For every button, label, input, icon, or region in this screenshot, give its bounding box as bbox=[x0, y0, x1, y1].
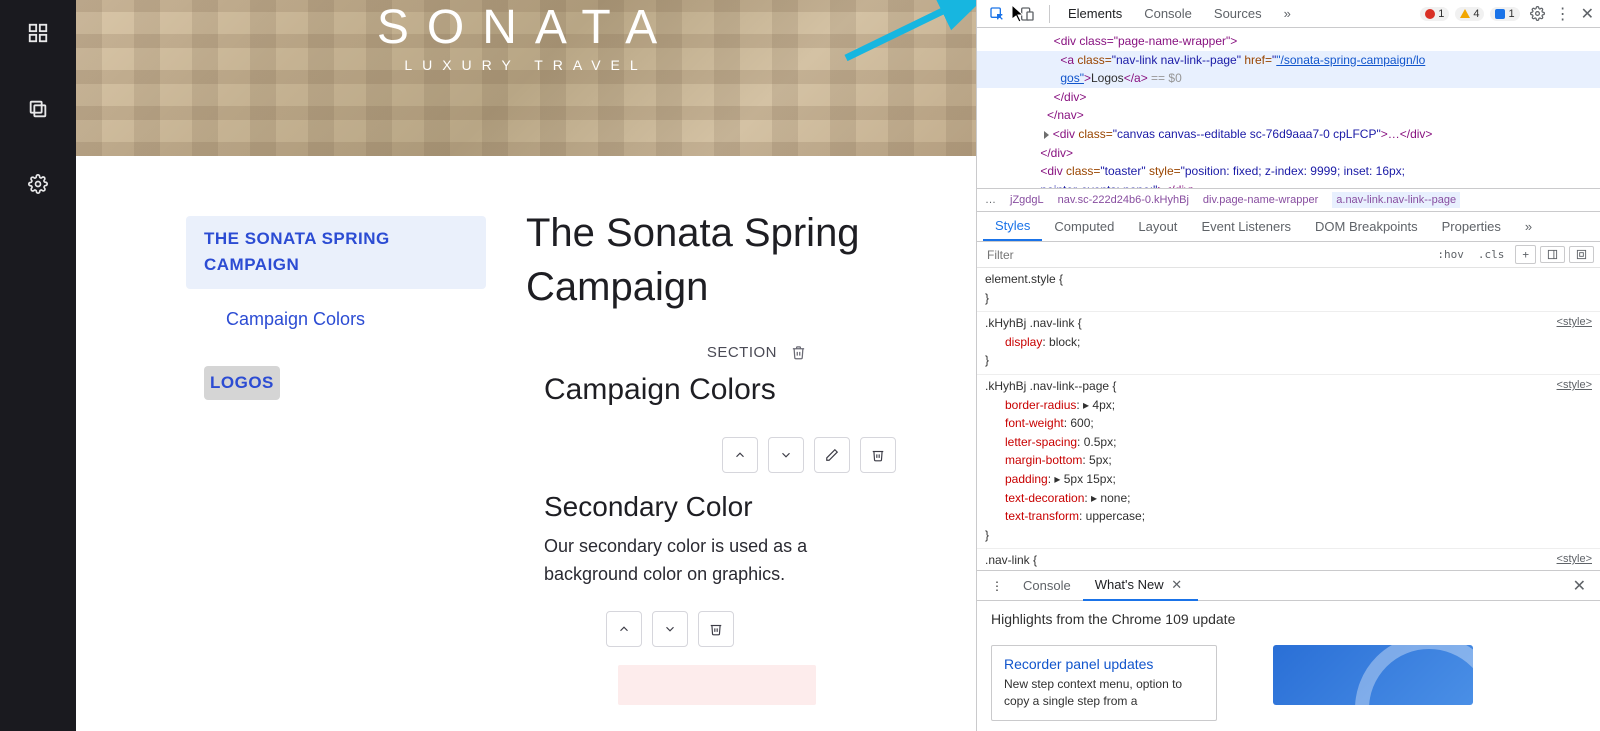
item-controls bbox=[526, 437, 936, 473]
tab-console[interactable]: Console bbox=[1134, 2, 1202, 25]
move-down-button[interactable] bbox=[768, 437, 804, 473]
computed-sidebar-icon[interactable] bbox=[1540, 246, 1565, 263]
breadcrumb-item[interactable]: jZgdgL bbox=[1010, 194, 1044, 206]
nav-link-campaign-colors[interactable]: Campaign Colors bbox=[186, 303, 486, 336]
brand-name: SONATA bbox=[377, 0, 675, 55]
sub-heading: Secondary Color bbox=[544, 491, 936, 523]
dom-selected-line[interactable]: <a class="nav-link nav-link--page" href=… bbox=[977, 51, 1600, 70]
breadcrumb-item[interactable]: nav.sc-222d24b6-0.kHyhBj bbox=[1058, 194, 1189, 206]
devtools-drawer: ⋮ Console What's New ✕ ✕ Highlights from… bbox=[977, 570, 1600, 731]
content-area: SONATA LUXURY TRAVEL The Sonata Spring C… bbox=[76, 0, 976, 731]
dashboard-icon[interactable] bbox=[27, 22, 49, 44]
section-title: Campaign Colors bbox=[544, 373, 936, 407]
tab-event-listeners[interactable]: Event Listeners bbox=[1189, 213, 1303, 240]
devtools-toolbar: Elements Console Sources » 1 4 1 ⋮ ✕ bbox=[977, 0, 1600, 28]
drawer-menu-icon[interactable]: ⋮ bbox=[983, 575, 1011, 597]
move-up-button[interactable] bbox=[722, 437, 758, 473]
swatch-controls bbox=[606, 611, 936, 647]
rule-source-link[interactable]: <style> bbox=[1557, 377, 1592, 394]
dom-breadcrumb[interactable]: … jZgdgL nav.sc-222d24b6-0.kHyhBj div.pa… bbox=[977, 188, 1600, 212]
tab-dom-breakpoints[interactable]: DOM Breakpoints bbox=[1303, 213, 1430, 240]
tab-computed[interactable]: Computed bbox=[1042, 213, 1126, 240]
tab-elements[interactable]: Elements bbox=[1058, 2, 1132, 25]
color-swatch[interactable] bbox=[618, 665, 816, 705]
tab-sources[interactable]: Sources bbox=[1204, 2, 1272, 25]
hero-banner: SONATA LUXURY TRAVEL bbox=[76, 0, 976, 156]
tab-properties[interactable]: Properties bbox=[1430, 213, 1513, 240]
kebab-icon[interactable]: ⋮ bbox=[1555, 4, 1571, 24]
breadcrumb-item[interactable]: div.page-name-wrapper bbox=[1203, 194, 1318, 206]
tab-close-icon[interactable]: ✕ bbox=[1167, 577, 1186, 592]
drawer-tab-whatsnew[interactable]: What's New ✕ bbox=[1083, 571, 1198, 601]
devtools-panel: Elements Console Sources » 1 4 1 ⋮ ✕ <di… bbox=[976, 0, 1600, 731]
drawer-tab-console[interactable]: Console bbox=[1011, 572, 1083, 599]
whatsnew-card[interactable]: Recorder panel updates New step context … bbox=[991, 645, 1217, 721]
styles-body[interactable]: element.style { } <style> .kHyhBj .nav-l… bbox=[977, 268, 1600, 570]
app-sidebar bbox=[0, 0, 76, 731]
rule-source-link[interactable]: <style> bbox=[1557, 551, 1592, 568]
page-nav: The Sonata Spring Campaign Campaign Colo… bbox=[76, 206, 486, 731]
trash-icon[interactable] bbox=[791, 345, 806, 360]
close-icon[interactable]: ✕ bbox=[1581, 4, 1594, 24]
error-badge[interactable]: 1 bbox=[1420, 7, 1449, 21]
move-up-button[interactable] bbox=[606, 611, 642, 647]
box-model-icon[interactable] bbox=[1569, 246, 1594, 263]
whatsnew-card-title: Recorder panel updates bbox=[1004, 656, 1204, 672]
nav-link-spring-campaign[interactable]: The Sonata Spring Campaign bbox=[186, 216, 486, 289]
section-label: SECTION bbox=[707, 344, 777, 361]
inspect-icon[interactable] bbox=[983, 2, 1011, 26]
device-toggle-icon[interactable] bbox=[1013, 2, 1041, 26]
whatsnew-preview-image bbox=[1273, 645, 1473, 705]
new-style-rule-icon[interactable]: + bbox=[1515, 245, 1536, 264]
whatsnew-headline: Highlights from the Chrome 109 update bbox=[991, 611, 1586, 627]
whatsnew-card-body: New step context menu, option to copy a … bbox=[1004, 676, 1204, 710]
styles-filter-input[interactable] bbox=[983, 246, 1430, 264]
body-text: Our secondary color is used as a backgro… bbox=[544, 533, 874, 589]
info-badge[interactable]: 1 bbox=[1490, 7, 1519, 21]
tabs-overflow-icon[interactable]: » bbox=[1274, 2, 1301, 25]
styles-filter-row: :hov .cls + bbox=[977, 242, 1600, 268]
dom-tree[interactable]: <div class="page-name-wrapper"> <a class… bbox=[977, 28, 1600, 188]
delete-button[interactable] bbox=[860, 437, 896, 473]
brand-tagline: LUXURY TRAVEL bbox=[377, 57, 675, 73]
rule-source-link[interactable]: <style> bbox=[1557, 314, 1592, 331]
copy-icon[interactable] bbox=[27, 98, 49, 120]
nav-link-logos[interactable]: Logos bbox=[204, 366, 280, 400]
cls-toggle[interactable]: .cls bbox=[1471, 245, 1512, 264]
styles-tabs: Styles Computed Layout Event Listeners D… bbox=[977, 212, 1600, 242]
gear-icon[interactable] bbox=[28, 174, 48, 194]
tab-styles[interactable]: Styles bbox=[983, 212, 1042, 241]
settings-icon[interactable] bbox=[1530, 6, 1545, 21]
page-main: The Sonata Spring Campaign SECTION Campa… bbox=[486, 206, 976, 731]
edit-button[interactable] bbox=[814, 437, 850, 473]
tab-layout[interactable]: Layout bbox=[1126, 213, 1189, 240]
styles-tabs-overflow-icon[interactable]: » bbox=[1513, 213, 1544, 240]
drawer-close-icon[interactable]: ✕ bbox=[1565, 576, 1594, 596]
brand-logo: SONATA LUXURY TRAVEL bbox=[377, 0, 675, 73]
move-down-button[interactable] bbox=[652, 611, 688, 647]
page-title: The Sonata Spring Campaign bbox=[526, 206, 936, 314]
breadcrumb-item[interactable]: a.nav-link.nav-link--page bbox=[1332, 192, 1460, 208]
warning-badge[interactable]: 4 bbox=[1455, 7, 1484, 21]
delete-button[interactable] bbox=[698, 611, 734, 647]
hov-toggle[interactable]: :hov bbox=[1430, 245, 1471, 264]
